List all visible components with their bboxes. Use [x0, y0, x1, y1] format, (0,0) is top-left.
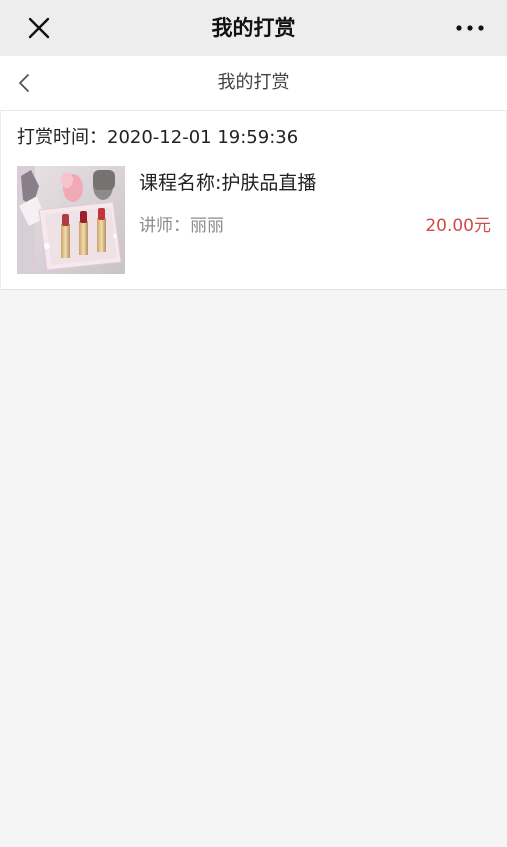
lipstick-product-image: [17, 166, 125, 274]
close-icon[interactable]: [22, 11, 56, 45]
teacher-info: 讲师：丽丽: [139, 211, 224, 236]
page-title: 我的打赏: [217, 72, 290, 93]
more-dots-icon[interactable]: [453, 11, 487, 45]
chevron-left-icon[interactable]: [10, 68, 40, 98]
reward-record-card[interactable]: 打赏时间：2020-12-01 19:59:36 课程名称:护肤品直播 讲师：丽…: [0, 111, 507, 290]
course-name: 课程名称:护肤品直播: [139, 172, 317, 194]
top-bar-title: 我的打赏: [211, 16, 296, 40]
page-nav-bar: 我的打赏: [0, 56, 507, 111]
wechat-top-bar: 我的打赏: [0, 0, 507, 56]
reward-time: 打赏时间：2020-12-01 19:59:36: [17, 127, 299, 148]
teacher-name: 丽丽: [190, 216, 224, 236]
teacher-label: 讲师：: [139, 216, 190, 236]
reward-amount: 20.00元: [425, 216, 491, 236]
